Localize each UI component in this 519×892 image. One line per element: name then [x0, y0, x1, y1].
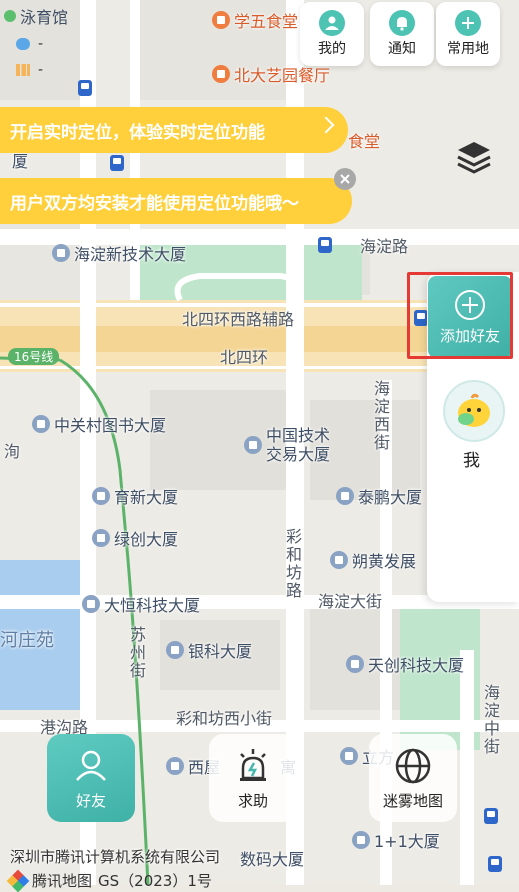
- building-icon: [336, 487, 354, 505]
- tencent-map-logo-icon: [6, 869, 30, 892]
- building-icon: [32, 415, 50, 433]
- chevron-right-icon: [317, 116, 335, 134]
- weather-icon: [16, 38, 30, 50]
- building-icon: [340, 747, 358, 765]
- road-haidian-west: 海淀西街: [371, 380, 390, 452]
- poi-lvchuang[interactable]: 绿创大厦: [92, 526, 178, 550]
- favorites-label: 常用地: [447, 41, 489, 57]
- building-icon: [82, 595, 100, 613]
- close-banner-button[interactable]: [334, 168, 356, 190]
- copyright-brand: 腾讯地图 GS（2023）1号: [6, 869, 212, 892]
- signal-icon: [16, 64, 30, 76]
- bell-icon: [389, 10, 415, 36]
- building-icon: [166, 757, 184, 775]
- location-pin-icon: [4, 10, 16, 22]
- brand-label: 腾讯地图: [32, 872, 93, 890]
- metro-line16-label: 16号线: [8, 348, 60, 365]
- plus-icon: [455, 10, 481, 36]
- poi-haidian-tech[interactable]: 海淀新技术大厦: [52, 241, 186, 265]
- area-hezhuangyuan: 河庄苑: [0, 630, 54, 651]
- poi-shuohuang[interactable]: 朔黄发展: [330, 548, 416, 572]
- user-icon: [319, 10, 345, 36]
- poi-daheng[interactable]: 大恒科技大厦: [82, 592, 200, 616]
- building-icon: [166, 641, 184, 659]
- gym-label: 泳育馆: [20, 8, 69, 27]
- poi-zgc-library[interactable]: 中关村图书大厦: [32, 412, 166, 436]
- poi-canteen[interactable]: 食堂: [348, 128, 380, 152]
- building-icon: [330, 551, 348, 569]
- building-icon: [92, 529, 110, 547]
- gs-label: GS（2023）1号: [98, 872, 212, 890]
- poi-xuewu-canteen[interactable]: 学五食堂: [212, 8, 298, 32]
- road-caihefang: 彩和坊路: [283, 528, 302, 600]
- me-label: 我: [463, 451, 480, 471]
- my-button[interactable]: 我的: [300, 2, 364, 66]
- friends-icon: [76, 750, 106, 781]
- building-icon: [346, 655, 364, 673]
- poi-digital[interactable]: 数码大厦: [240, 846, 304, 870]
- metro-station-icon[interactable]: [318, 237, 332, 253]
- road-xun: 洵: [4, 442, 21, 461]
- restaurant-icon: [212, 65, 230, 83]
- favorites-button[interactable]: 常用地: [436, 2, 500, 66]
- copyright-company: 深圳市腾讯计算机系统有限公司: [10, 848, 221, 866]
- road-bsh: 北四环: [220, 348, 269, 367]
- building-icon: [52, 244, 70, 262]
- notification-button[interactable]: 通知: [370, 2, 434, 66]
- restaurant-icon: [212, 11, 230, 29]
- help-button[interactable]: 求助: [209, 734, 297, 822]
- globe-icon: [395, 748, 431, 783]
- weather-value: -: [38, 36, 44, 52]
- install-banner-text: 用户双方均安装才能使用定位功能哦～: [10, 193, 299, 214]
- layers-icon: [457, 142, 491, 174]
- metro-station-icon[interactable]: [484, 808, 498, 824]
- road-caihefang-west: 彩和坊西小街: [176, 709, 273, 728]
- signal-value: -: [38, 62, 44, 78]
- poi-taipeng[interactable]: 泰鹏大厦: [336, 484, 422, 508]
- me-avatar[interactable]: [443, 380, 505, 442]
- realtime-banner-text: 开启实时定位，体验实时定位功能: [10, 122, 265, 143]
- my-label: 我的: [318, 41, 346, 57]
- road-haidian-road: 海淀路: [360, 237, 409, 256]
- install-hint-banner: 用户双方均安装才能使用定位功能哦～: [0, 178, 352, 224]
- realtime-location-banner[interactable]: 开启实时定位，体验实时定位功能: [0, 107, 348, 153]
- road-haidian-street: 海淀大街: [318, 592, 383, 611]
- friends-button[interactable]: 好友: [47, 734, 135, 822]
- metro-station-icon[interactable]: [78, 80, 92, 96]
- building-icon: [92, 487, 110, 505]
- metro-station-icon[interactable]: [110, 155, 124, 171]
- layers-button[interactable]: [454, 138, 494, 178]
- friends-label: 好友: [75, 791, 106, 810]
- building-icon: [352, 831, 370, 849]
- poi-tianchuang[interactable]: 天创科技大厦: [346, 652, 464, 676]
- avatar-icon: [458, 393, 490, 427]
- status-overlay: 泳育馆 - -: [4, 4, 68, 78]
- alarm-icon: [240, 748, 266, 781]
- poi-yinke[interactable]: 银科大厦: [166, 638, 252, 662]
- poi-liyi[interactable]: 1+1大厦: [352, 828, 440, 852]
- road-haidian-middle: 海淀中街: [481, 684, 500, 756]
- metro-station-icon[interactable]: [488, 856, 502, 872]
- building-icon: [244, 436, 262, 454]
- help-label: 求助: [237, 791, 268, 810]
- fog-map-button[interactable]: 迷雾地图: [369, 734, 457, 822]
- fog-map-label: 迷雾地图: [382, 791, 443, 810]
- road-suzhou: 苏州街: [127, 626, 146, 680]
- road-bsh-aux: 北四环西路辅路: [182, 310, 295, 329]
- close-icon: [340, 174, 350, 184]
- selection-highlight: [407, 272, 513, 359]
- poi-yuxin[interactable]: 育新大厦: [92, 484, 178, 508]
- notification-label: 通知: [388, 41, 416, 57]
- poi-china-tech[interactable]: 中国技术 交易大厦: [244, 426, 330, 464]
